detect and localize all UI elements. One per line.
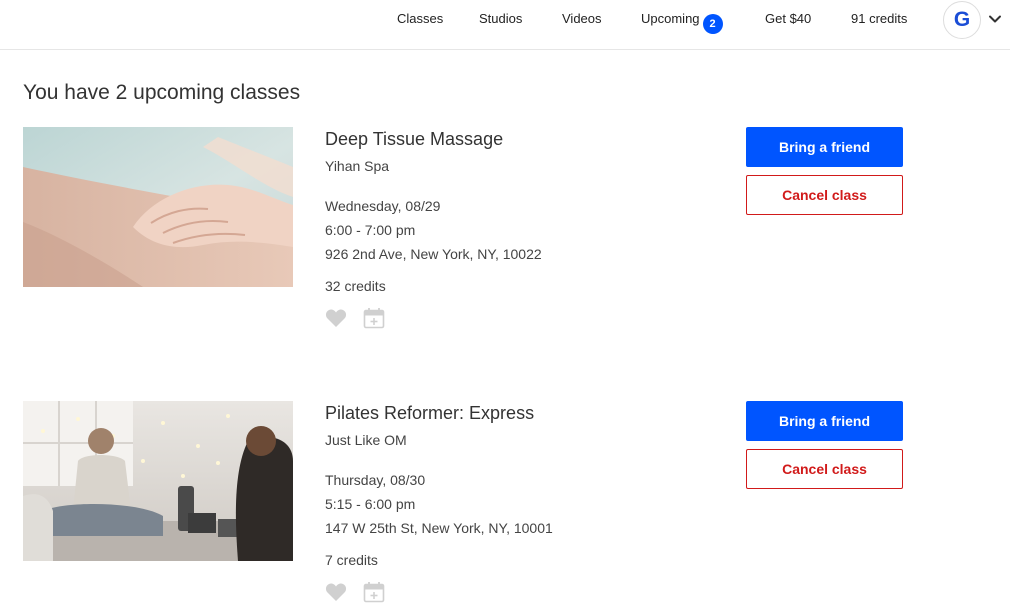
class-name[interactable]: Deep Tissue Massage	[325, 129, 503, 150]
nav-studios-link[interactable]: Studios	[479, 11, 522, 27]
class-address: 147 W 25th St, New York, NY, 10001	[325, 520, 553, 536]
bring-a-friend-button[interactable]: Bring a friend	[746, 127, 903, 167]
class-photo[interactable]	[23, 401, 293, 561]
massage-photo	[23, 127, 293, 287]
top-navigation: Classes Studios Videos Upcoming 2 Get $40…	[0, 0, 1010, 50]
class-address: 926 2nd Ave, New York, NY, 10022	[325, 246, 542, 262]
upcoming-count-badge: 2	[702, 14, 723, 34]
class-time: 6:00 - 7:00 pm	[325, 222, 416, 238]
class-card: Pilates Reformer: Express Just Like OM T…	[0, 401, 1010, 603]
nav-credits-link[interactable]: 91 credits	[851, 11, 907, 27]
cancel-class-button[interactable]: Cancel class	[746, 175, 903, 215]
class-date: Thursday, 08/30	[325, 472, 426, 488]
page-title: You have 2 upcoming classes	[23, 81, 301, 104]
studio-name[interactable]: Just Like OM	[325, 432, 407, 448]
yoga-class-photo	[23, 401, 293, 561]
calendar-add-icon[interactable]	[363, 581, 385, 603]
account-avatar[interactable]: G	[943, 1, 981, 39]
nav-referral-link[interactable]: Get $40	[765, 11, 811, 27]
class-time: 5:15 - 6:00 pm	[325, 496, 416, 512]
calendar-add-icon[interactable]	[363, 307, 385, 329]
class-date: Wednesday, 08/29	[325, 198, 441, 214]
bring-a-friend-button[interactable]: Bring a friend	[746, 401, 903, 441]
class-credits: 7 credits	[325, 552, 378, 568]
nav-upcoming-label: Upcoming	[641, 11, 700, 26]
class-name[interactable]: Pilates Reformer: Express	[325, 403, 534, 424]
cancel-class-button[interactable]: Cancel class	[746, 449, 903, 489]
class-credits: 32 credits	[325, 278, 386, 294]
chevron-down-icon[interactable]	[988, 12, 1002, 26]
nav-upcoming-link[interactable]: Upcoming 2	[641, 11, 723, 34]
nav-classes-link[interactable]: Classes	[397, 11, 443, 27]
class-photo[interactable]	[23, 127, 293, 287]
class-card: Deep Tissue Massage Yihan Spa Wednesday,…	[0, 127, 1010, 329]
nav-videos-link[interactable]: Videos	[562, 11, 602, 27]
studio-name[interactable]: Yihan Spa	[325, 158, 389, 174]
heart-icon[interactable]	[325, 582, 347, 602]
heart-icon[interactable]	[325, 308, 347, 328]
